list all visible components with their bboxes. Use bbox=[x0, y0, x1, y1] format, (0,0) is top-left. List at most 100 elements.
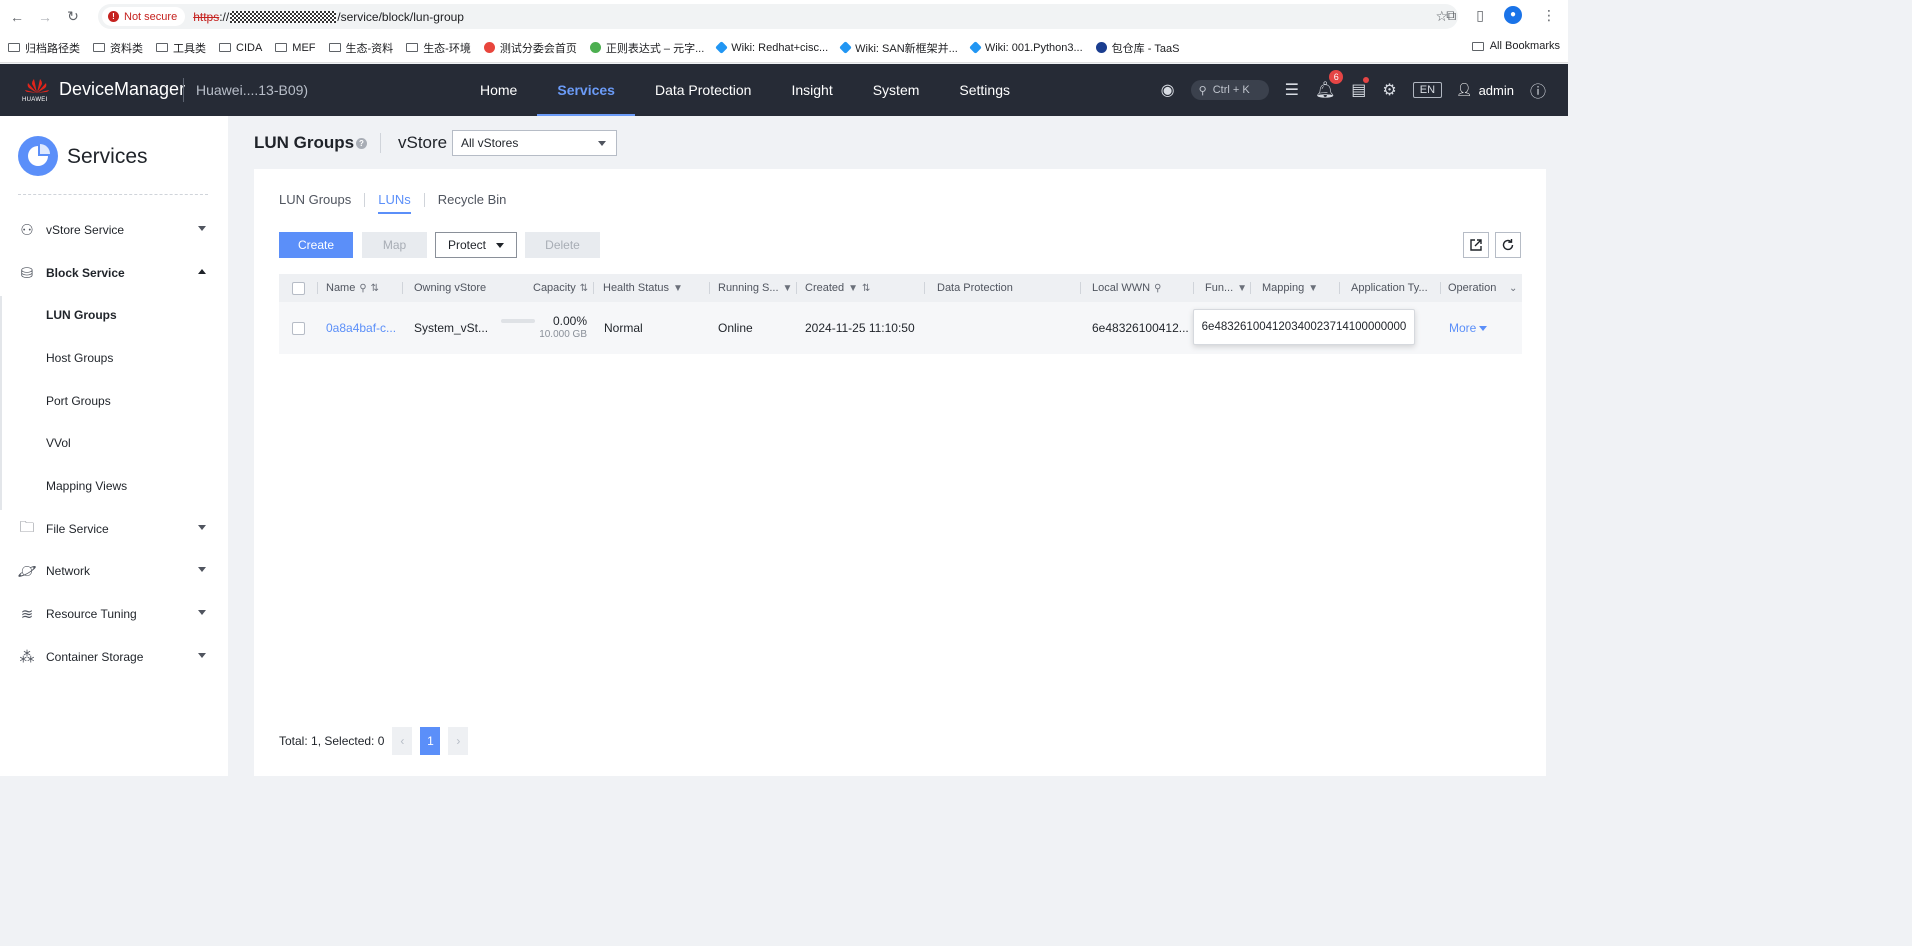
help-icon[interactable]: ? bbox=[356, 138, 367, 149]
sidebar-item-vvol[interactable]: VVol bbox=[0, 425, 228, 461]
bookmark-item[interactable]: 包仓库 - TaaS bbox=[1095, 40, 1180, 56]
filter-icon[interactable]: ▼ bbox=[1308, 283, 1318, 294]
sidebar-divider bbox=[18, 194, 208, 195]
gear-icon[interactable]: ⚙ bbox=[1382, 80, 1396, 100]
column-divider bbox=[402, 282, 403, 294]
bookmark-item[interactable]: 资料类 bbox=[93, 40, 143, 56]
log-icon[interactable]: ▤ bbox=[1351, 77, 1370, 100]
sort-icon[interactable]: ⇅ bbox=[862, 283, 870, 294]
column-running-status[interactable]: Running S... ▼ bbox=[718, 274, 792, 302]
all-bookmarks[interactable]: All Bookmarks bbox=[1471, 40, 1560, 52]
bookmark-label: MEF bbox=[292, 41, 316, 54]
bookmark-item[interactable]: 归档路径类 bbox=[8, 40, 80, 56]
nav-data-protection[interactable]: Data Protection bbox=[635, 64, 772, 116]
extensions-icon[interactable]: ⧉ bbox=[1446, 7, 1456, 24]
nav-home[interactable]: Home bbox=[460, 64, 537, 116]
sidebar-item-mapping-views[interactable]: Mapping Views bbox=[0, 468, 228, 504]
refresh-button[interactable] bbox=[1495, 232, 1521, 258]
folder-icon bbox=[8, 43, 20, 52]
column-divider bbox=[924, 282, 925, 294]
task-icon[interactable]: ☰ bbox=[1285, 80, 1299, 100]
column-created[interactable]: Created ▼ ⇅ bbox=[805, 274, 870, 302]
assistant-icon[interactable]: ◉ bbox=[1161, 80, 1175, 100]
bookmark-item[interactable]: 正则表达式 – 元字... bbox=[589, 40, 704, 56]
bookmark-item[interactable]: CIDA bbox=[219, 42, 262, 54]
nav-services[interactable]: Services bbox=[537, 64, 635, 116]
column-capacity[interactable]: Capacity ⇅ bbox=[533, 274, 588, 302]
sidebar-group-vstore[interactable]: ⚇ vStore Service bbox=[0, 212, 228, 248]
help-icon[interactable]: ⓘ bbox=[1530, 78, 1546, 102]
menu-icon[interactable]: ⋮ bbox=[1542, 7, 1556, 24]
bookmark-item[interactable]: Wiki: Redhat+cisc... bbox=[715, 41, 829, 54]
column-name[interactable]: Name ⚲ ⇅ bbox=[326, 274, 379, 302]
device-name[interactable]: Huawei....13-B09) bbox=[196, 82, 308, 98]
column-settings-icon[interactable]: ⌄ bbox=[1509, 274, 1517, 302]
bell-icon[interactable]: 🔔︎ 6 bbox=[1315, 70, 1344, 100]
more-dropdown[interactable]: More bbox=[1449, 302, 1488, 354]
brand-divider bbox=[183, 78, 184, 102]
bookmark-item[interactable]: 测试分委会首页 bbox=[483, 40, 577, 56]
lun-name-link[interactable]: 0a8a4baf-c... bbox=[326, 302, 396, 354]
sidepanel-icon[interactable]: ▯ bbox=[1476, 7, 1484, 24]
sidebar-group-container[interactable]: ⁂ Container Storage bbox=[0, 639, 228, 675]
user-menu[interactable]: 👤︎ admin bbox=[1456, 82, 1514, 98]
search-icon[interactable]: ⚲ bbox=[1154, 283, 1161, 294]
health-status-cell: Normal bbox=[604, 321, 643, 335]
bookmark-item[interactable]: MEF bbox=[275, 41, 316, 54]
export-button[interactable] bbox=[1463, 232, 1489, 258]
sidebar-item-host-groups[interactable]: Host Groups bbox=[0, 340, 228, 376]
create-button[interactable]: Create bbox=[279, 232, 353, 258]
sidebar-group-file[interactable]: 🗀︎ File Service bbox=[0, 511, 228, 547]
forward-icon[interactable]: → bbox=[34, 6, 56, 28]
next-page-button[interactable]: › bbox=[448, 727, 469, 755]
table-row[interactable]: 0a8a4baf-c... System_vSt... 0.00% 10.000… bbox=[279, 302, 1522, 354]
sort-icon[interactable]: ⇅ bbox=[371, 283, 379, 294]
page-number-button[interactable]: 1 bbox=[420, 727, 441, 755]
sidebar-item-lun-groups[interactable]: LUN Groups bbox=[0, 297, 228, 333]
sidebar-group-label: Resource Tuning bbox=[46, 607, 137, 621]
back-icon[interactable]: ← bbox=[6, 6, 28, 28]
column-health-status[interactable]: Health Status ▼ bbox=[603, 274, 683, 302]
tab-lun-groups[interactable]: LUN Groups bbox=[279, 192, 351, 214]
address-bar[interactable]: ! Not secure https:// /service/block/lun-… bbox=[98, 4, 1458, 29]
sidebar-group-block[interactable]: ⛁ Block Service bbox=[0, 255, 228, 291]
reload-icon[interactable]: ↻ bbox=[62, 6, 84, 28]
protect-dropdown[interactable]: Protect bbox=[435, 232, 517, 258]
profile-icon[interactable]: ● bbox=[1504, 6, 1522, 24]
row-checkbox[interactable] bbox=[292, 302, 305, 354]
select-all-checkbox[interactable] bbox=[292, 274, 305, 302]
bookmark-item[interactable]: 工具类 bbox=[156, 40, 206, 56]
filter-icon[interactable]: ▼ bbox=[1237, 283, 1247, 294]
global-search[interactable]: ⚲ Ctrl + K bbox=[1190, 80, 1269, 100]
language-toggle[interactable]: EN bbox=[1412, 82, 1443, 98]
column-local-wwn[interactable]: Local WWN ⚲ bbox=[1092, 274, 1161, 302]
bookmark-item[interactable]: Wiki: SAN新框架并... bbox=[839, 40, 958, 56]
sidebar-group-tuning[interactable]: ≋ Resource Tuning bbox=[0, 596, 228, 632]
user-icon: 👤︎ bbox=[1456, 82, 1473, 97]
nav-settings[interactable]: Settings bbox=[939, 64, 1030, 116]
url-text[interactable]: https:// /service/block/lun-group bbox=[193, 10, 464, 24]
bookmark-item[interactable]: Wiki: 001.Python3... bbox=[968, 41, 1083, 54]
tab-luns[interactable]: LUNs bbox=[378, 192, 411, 214]
bookmark-item[interactable]: 生态-资料 bbox=[328, 40, 393, 56]
filter-icon[interactable]: ▼ bbox=[783, 283, 793, 294]
bookmark-label: Wiki: Redhat+cisc... bbox=[731, 41, 829, 54]
not-secure-chip[interactable]: ! Not secure bbox=[102, 7, 186, 26]
tab-recycle-bin[interactable]: Recycle Bin bbox=[438, 192, 507, 214]
prev-page-button[interactable]: ‹ bbox=[392, 727, 413, 755]
sidebar-group-network[interactable]: 🪐︎ Network bbox=[0, 553, 228, 589]
more-link[interactable]: More bbox=[1449, 321, 1488, 335]
nav-system[interactable]: System bbox=[853, 64, 940, 116]
filter-icon[interactable]: ▼ bbox=[848, 283, 858, 294]
column-mapping[interactable]: Mapping ▼ bbox=[1262, 274, 1318, 302]
map-button[interactable]: Map bbox=[362, 232, 427, 258]
sort-icon[interactable]: ⇅ bbox=[580, 283, 588, 294]
filter-icon[interactable]: ▼ bbox=[673, 283, 683, 294]
bookmark-item[interactable]: 生态-环境 bbox=[406, 40, 471, 56]
search-icon[interactable]: ⚲ bbox=[359, 283, 366, 294]
sidebar-item-port-groups[interactable]: Port Groups bbox=[0, 383, 228, 419]
nav-insight[interactable]: Insight bbox=[771, 64, 852, 116]
column-function[interactable]: Fun... ▼ bbox=[1205, 274, 1247, 302]
vstore-select[interactable]: All vStores bbox=[452, 130, 617, 156]
delete-button[interactable]: Delete bbox=[525, 232, 600, 258]
